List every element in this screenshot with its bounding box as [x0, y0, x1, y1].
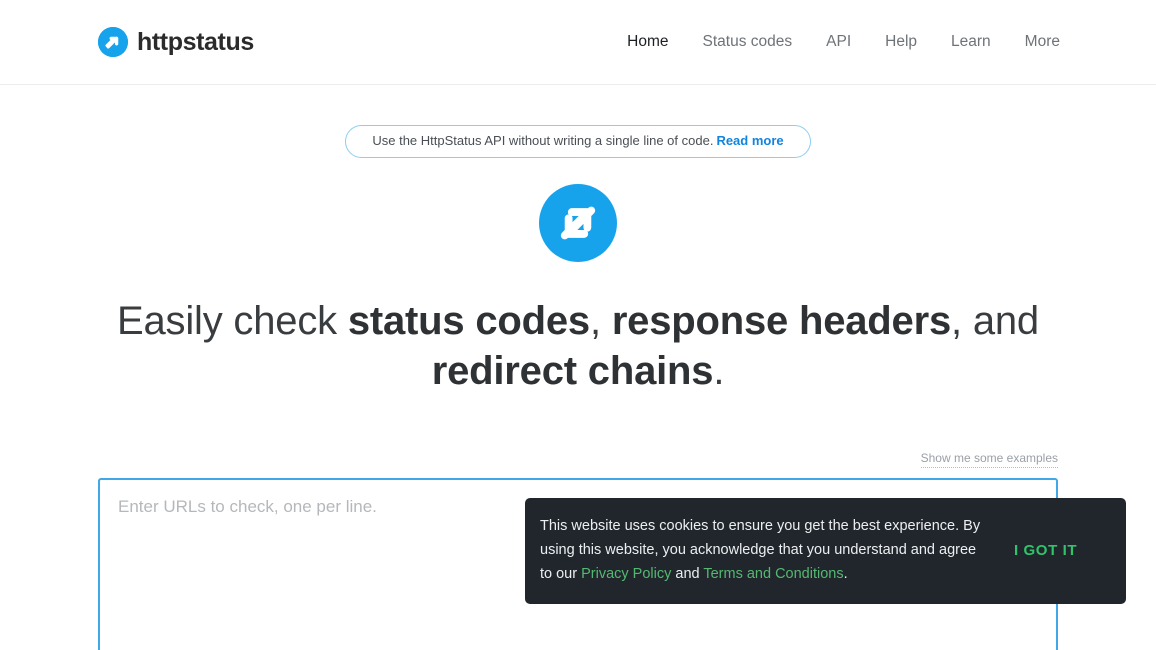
nav-item-learn[interactable]: Learn [951, 33, 991, 51]
terms-and-conditions-link[interactable]: Terms and Conditions [703, 566, 843, 582]
httpstatus-arrows-logo-icon [98, 27, 128, 57]
hero-title-strong1: status codes [347, 299, 590, 344]
hero-section: Easily check status codes, response head… [0, 184, 1156, 396]
cookie-text-part2: and [671, 566, 704, 582]
examples-row: Show me some examples [0, 452, 1156, 469]
cookie-consent-text: This website uses cookies to ensure you … [540, 514, 990, 586]
cookie-consent-banner: This website uses cookies to ensure you … [525, 498, 1126, 604]
brand-logo-link[interactable]: httpstatus [98, 27, 254, 57]
hero-title-strong2: response headers [611, 299, 951, 344]
httpstatus-arrows-logo-icon [539, 184, 617, 263]
brand-name: httpstatus [137, 27, 254, 56]
show-examples-link[interactable]: Show me some examples [920, 452, 1058, 469]
promo-banner-wrap: Use the HttpStatus API without writing a… [0, 125, 1156, 159]
cookie-text-part3: . [843, 566, 848, 582]
promo-read-more-link[interactable]: Read more [716, 133, 783, 148]
site-header: httpstatus Home Status codes API Help Le… [0, 0, 1156, 85]
nav-item-home[interactable]: Home [627, 33, 668, 51]
page-title: Easily check status codes, response head… [0, 296, 1156, 396]
main-nav: Home Status codes API Help Learn More [627, 33, 1060, 51]
promo-banner: Use the HttpStatus API without writing a… [345, 125, 811, 159]
nav-item-status-codes[interactable]: Status codes [703, 33, 793, 51]
hero-title-strong3: redirect chains [431, 349, 714, 394]
hero-title-part4: . [713, 349, 725, 394]
cookie-accept-button[interactable]: I GOT IT [1000, 534, 1091, 567]
hero-title-part2: , [589, 299, 612, 344]
privacy-policy-link[interactable]: Privacy Policy [581, 566, 671, 582]
nav-item-api[interactable]: API [826, 33, 851, 51]
nav-item-more[interactable]: More [1025, 33, 1060, 51]
nav-item-help[interactable]: Help [885, 33, 917, 51]
hero-title-part3: , and [951, 299, 1039, 344]
promo-text: Use the HttpStatus API without writing a… [372, 133, 714, 148]
hero-title-part1: Easily check [117, 299, 348, 344]
